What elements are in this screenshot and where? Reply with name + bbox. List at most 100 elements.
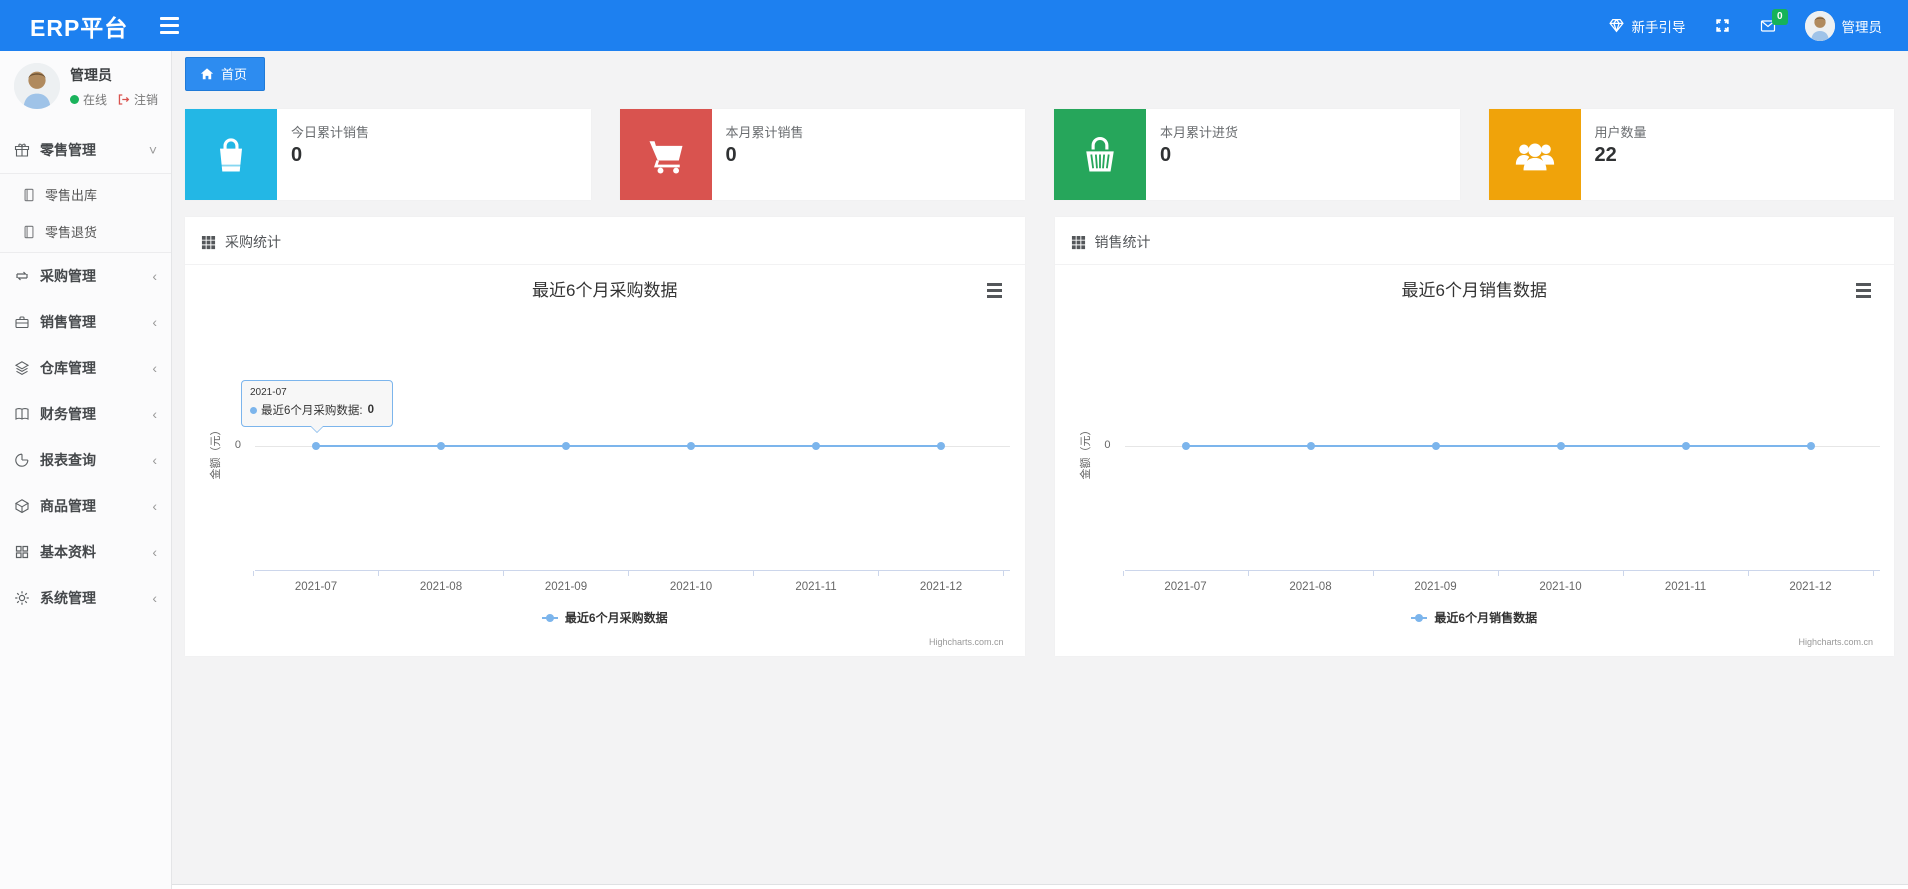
shopping-bag-icon	[185, 109, 277, 200]
retail-submenu: 零售出库 零售退货	[0, 173, 171, 253]
series-line	[1185, 445, 1811, 447]
chevron-left-icon: ‹	[152, 360, 157, 376]
avatar	[14, 63, 60, 109]
grid-icon	[15, 545, 29, 559]
data-point	[1681, 442, 1690, 450]
online-status-label: 在线	[83, 92, 108, 107]
sidebar-toggle-icon[interactable]	[160, 17, 180, 34]
message-count-badge: 0	[1771, 8, 1788, 25]
x-axis-label: 2021-07	[294, 581, 338, 593]
legend-item[interactable]: 最近6个月销售数据	[1055, 609, 1895, 626]
briefcase-icon	[15, 316, 29, 329]
data-point	[562, 442, 570, 450]
stat-value: 0	[1160, 144, 1172, 166]
chevron-left-icon: ‹	[152, 268, 157, 284]
top-navbar: ERP平台 新手引导 0 管理员	[0, 0, 1908, 51]
chevron-left-icon: ‹	[152, 406, 157, 422]
sidebar-item-reports[interactable]: 报表查询 ‹	[0, 437, 171, 483]
tooltip-label: 最近6个月采购数据:	[261, 405, 363, 417]
chevron-left-icon: ‹	[152, 544, 157, 560]
sidebar-item-retail-return[interactable]: 零售退货	[0, 213, 171, 250]
stat-label: 用户数量	[1594, 125, 1647, 140]
x-axis-label: 2021-11	[1664, 581, 1707, 593]
chart-context-menu-icon[interactable]	[986, 283, 1002, 298]
data-point	[1431, 442, 1440, 450]
book-icon	[15, 408, 29, 420]
stat-card-today-sales: 今日累计销售 0	[185, 109, 591, 200]
data-point	[1556, 442, 1565, 450]
sidebar-item-retail-outbound[interactable]: 零售出库	[0, 176, 171, 213]
repeat-icon	[16, 271, 28, 281]
shopping-cart-icon	[619, 109, 712, 200]
x-axis-label: 2021-07	[1164, 581, 1207, 593]
y-axis-title: 金额（元）	[210, 424, 222, 480]
file-icon	[24, 188, 34, 201]
sidebar-item-finance[interactable]: 财务管理 ‹	[0, 391, 171, 437]
purchase-stats-panel: 采购统计 最近6个月采购数据 金额（元） 0 2021-07 2021-08 2…	[185, 217, 1025, 656]
y-axis-tick: 0	[1104, 439, 1111, 451]
tooltip-value: 0	[367, 404, 374, 416]
sidebar-menu: 零售管理 ˅ 零售出库 零售退货 采购管理 ‹ 销售管理 ‹ 仓库管理 ‹ 财务…	[0, 127, 171, 621]
breadcrumb-tab-home[interactable]: 首页	[185, 57, 266, 91]
box-icon	[14, 499, 30, 514]
legend-item[interactable]: 最近6个月采购数据	[185, 609, 1025, 626]
x-axis-label: 2021-12	[919, 581, 963, 593]
stat-card-month-sales: 本月累计销售 0	[619, 109, 1025, 200]
y-axis-tick: 0	[234, 439, 241, 451]
charts-row: 采购统计 最近6个月采购数据 金额（元） 0 2021-07 2021-08 2…	[185, 217, 1894, 656]
stat-label: 本月累计销售	[725, 125, 804, 140]
sidebar-item-system[interactable]: 系统管理 ‹	[0, 575, 171, 621]
x-axis-label: 2021-08	[1289, 581, 1332, 593]
stat-cards-row: 今日累计销售 0 本月累计销售 0 本月累计进货 0 用户数量 22	[185, 109, 1894, 200]
x-axis-label: 2021-10	[1539, 581, 1582, 593]
data-point	[812, 442, 820, 450]
stat-value: 22	[1594, 144, 1617, 166]
stat-label: 本月累计进货	[1160, 125, 1239, 140]
sidebar-user-name: 管理员	[70, 66, 112, 83]
chevron-left-icon: ‹	[152, 452, 157, 468]
chevron-left-icon: ‹	[152, 590, 157, 606]
logout-link[interactable]: 注销	[134, 91, 158, 108]
home-icon	[200, 67, 214, 79]
shopping-basket-icon	[1054, 109, 1146, 200]
sidebar-item-retail[interactable]: 零售管理 ˅	[0, 127, 171, 173]
x-axis-label: 2021-08	[419, 581, 463, 593]
data-point	[687, 442, 695, 450]
user-menu[interactable]: 管理员	[1804, 10, 1882, 41]
online-status-dot	[70, 94, 79, 104]
chart-credits: Highcharts.com.cn	[928, 637, 1004, 647]
sidebar-item-warehouse[interactable]: 仓库管理 ‹	[0, 345, 171, 391]
x-axis-label: 2021-10	[669, 581, 713, 593]
stat-card-month-purchase: 本月累计进货 0	[1054, 109, 1460, 200]
pie-chart-icon	[15, 453, 29, 467]
x-axis-line	[255, 570, 1010, 571]
stat-card-user-count: 用户数量 22	[1488, 109, 1894, 200]
sidebar-item-sales[interactable]: 销售管理 ‹	[0, 299, 171, 345]
sidebar-item-products[interactable]: 商品管理 ‹	[0, 483, 171, 529]
series-line	[316, 445, 941, 447]
panel-title: 采购统计	[225, 234, 281, 250]
app-title: ERP平台	[30, 14, 129, 41]
panel-title: 销售统计	[1094, 234, 1151, 250]
th-grid-icon	[201, 235, 216, 249]
data-point	[1181, 442, 1190, 450]
sidebar-user-panel: 管理员 在线 注销	[0, 51, 171, 119]
sidebar-item-basic-data[interactable]: 基本资料 ‹	[0, 529, 171, 575]
chevron-left-icon: ‹	[152, 314, 157, 330]
fullscreen-button[interactable]	[1714, 17, 1731, 34]
sign-out-icon	[118, 93, 130, 105]
x-axis-label: 2021-12	[1789, 581, 1832, 593]
page-bottom-strip	[172, 884, 1908, 889]
sidebar: 管理员 在线 注销 零售管理 ˅ 零售出库 零售退货 采购管理 ‹ 销售管理 ‹…	[0, 51, 172, 889]
tooltip-header: 2021-07	[250, 387, 287, 398]
messages-button[interactable]: 0	[1759, 8, 1788, 34]
chart-context-menu-icon[interactable]	[1856, 283, 1871, 298]
chart-title: 最近6个月采购数据	[532, 281, 678, 300]
x-axis-label: 2021-09	[1414, 581, 1457, 593]
chart-tooltip: 2021-07 最近6个月采购数据: 0	[241, 380, 393, 433]
guide-button[interactable]: 新手引导	[1608, 16, 1686, 36]
chart-title: 最近6个月销售数据	[1401, 281, 1547, 300]
data-point	[1806, 442, 1815, 450]
sidebar-item-purchase[interactable]: 采购管理 ‹	[0, 253, 171, 299]
x-axis-line	[1124, 570, 1880, 571]
